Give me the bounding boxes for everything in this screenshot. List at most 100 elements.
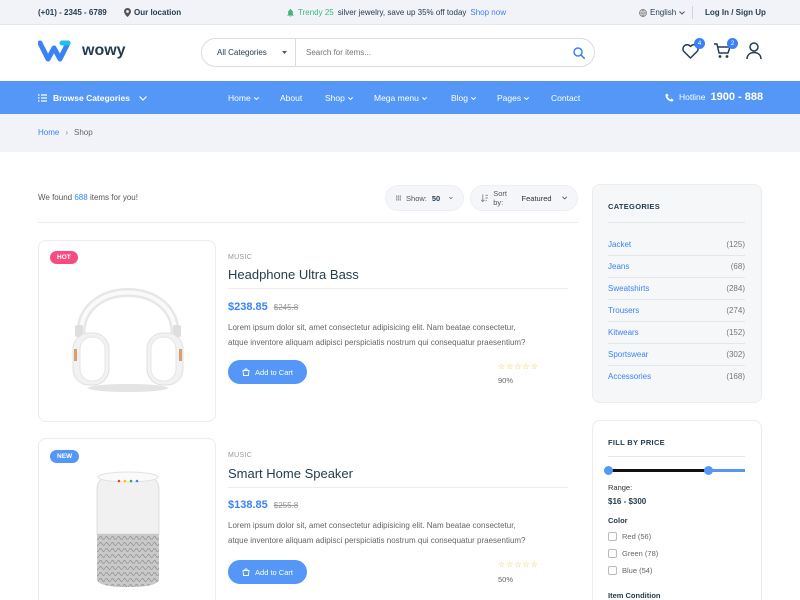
breadcrumb-separator: › bbox=[65, 128, 69, 137]
item-condition-title: Item Condition bbox=[608, 591, 661, 600]
language-selector[interactable]: English bbox=[639, 8, 686, 17]
found-suffix: items for you! bbox=[89, 193, 138, 202]
found-count: 688 bbox=[74, 193, 88, 202]
category-name: Sportswear bbox=[608, 350, 649, 359]
show-label: Show: bbox=[406, 193, 427, 203]
nav-item-mega-menu[interactable]: Mega menu bbox=[374, 93, 427, 103]
category-count: (125) bbox=[726, 240, 745, 249]
add-to-cart-button[interactable]: Add to Cart bbox=[228, 360, 307, 384]
category-item[interactable]: Sportswear (302) bbox=[608, 350, 745, 359]
wishlist-button[interactable]: 4 bbox=[680, 38, 705, 60]
category-item[interactable]: Accessories (168) bbox=[608, 372, 745, 381]
product-category[interactable]: MUSIC bbox=[228, 254, 252, 261]
product-price: $138.85 $255.8 bbox=[228, 499, 298, 511]
add-to-cart-button[interactable]: Add to Cart bbox=[228, 560, 307, 584]
search-category-select[interactable]: All Categories bbox=[202, 39, 296, 66]
results-count: We found 688 items for you! bbox=[38, 193, 138, 202]
breadcrumb: Home › Shop bbox=[0, 114, 800, 152]
search-category-label: All Categories bbox=[217, 48, 267, 57]
phone-icon bbox=[665, 92, 674, 102]
category-divider bbox=[608, 299, 745, 300]
hotline-label: Hotline bbox=[679, 92, 706, 102]
bag-icon bbox=[242, 568, 250, 576]
nav-item-about[interactable]: About bbox=[280, 93, 302, 103]
nav-item-label: About bbox=[280, 93, 303, 103]
search-bar: All Categories bbox=[201, 38, 595, 67]
categories-widget bbox=[592, 184, 762, 403]
caret-down-icon bbox=[282, 51, 287, 54]
color-option-label: Green (78) bbox=[622, 549, 659, 558]
nav-item-label: Mega menu bbox=[374, 93, 419, 103]
category-name: Sweatshirts bbox=[608, 284, 650, 293]
checkbox[interactable] bbox=[608, 532, 617, 541]
promo-highlight: Trendy 25 bbox=[298, 8, 334, 17]
headphone-image bbox=[72, 288, 184, 392]
color-filter-title: Color bbox=[608, 516, 628, 525]
rating-percent: 90% bbox=[498, 376, 514, 385]
nav-item-pages[interactable]: Pages bbox=[497, 93, 530, 103]
sort-label: Sort by: bbox=[493, 189, 507, 207]
breadcrumb-current: Shop bbox=[74, 128, 93, 137]
wishlist-count-badge: 4 bbox=[694, 38, 705, 49]
category-item[interactable]: Jeans (68) bbox=[608, 262, 745, 271]
user-icon bbox=[746, 41, 762, 59]
color-option-red[interactable]: Red (56) bbox=[608, 532, 651, 541]
shop-now-link[interactable]: Shop now bbox=[470, 8, 506, 17]
chevron-down-icon bbox=[449, 196, 453, 200]
color-option-blue[interactable]: Blue (54) bbox=[608, 566, 652, 575]
checkbox[interactable] bbox=[608, 566, 617, 575]
product-price: $238.85 $245.8 bbox=[228, 301, 298, 313]
hot-badge: HOT bbox=[50, 251, 78, 264]
category-name: Jacket bbox=[608, 240, 632, 249]
show-count-select[interactable]: Show: 50 bbox=[385, 185, 464, 211]
promo-banner: Trendy 25 silver jewelry, save up 35% of… bbox=[287, 8, 506, 17]
checkbox[interactable] bbox=[608, 549, 617, 558]
price-slider-min-handle[interactable] bbox=[604, 466, 613, 475]
nav-item-label: Pages bbox=[497, 93, 522, 103]
sort-select[interactable]: Sort by: Featured bbox=[470, 185, 578, 211]
category-item[interactable]: Sweatshirts (284) bbox=[608, 284, 745, 293]
category-count: (68) bbox=[730, 262, 745, 271]
product-image-card[interactable] bbox=[38, 240, 216, 422]
account-button[interactable] bbox=[744, 41, 764, 60]
add-to-cart-label: Add to Cart bbox=[255, 367, 293, 377]
category-item[interactable]: Kitwears (152) bbox=[608, 328, 745, 337]
search-input[interactable] bbox=[296, 48, 564, 57]
category-name: Trousers bbox=[608, 306, 640, 315]
search-button[interactable] bbox=[564, 46, 594, 59]
category-item[interactable]: Jacket (125) bbox=[608, 240, 745, 249]
promo-text: silver jewelry, save up 35% off today bbox=[337, 8, 467, 17]
hotline[interactable]: Hotline 1900 - 888 bbox=[665, 91, 763, 103]
title-divider bbox=[228, 487, 568, 488]
categories-title: CATEGORIES bbox=[608, 202, 661, 211]
product-title[interactable]: Headphone Ultra Bass bbox=[228, 267, 359, 282]
chevron-down-icon bbox=[421, 96, 427, 100]
breadcrumb-home[interactable]: Home bbox=[38, 128, 59, 137]
nav-item-label: Home bbox=[228, 93, 251, 103]
chevron-down-icon bbox=[471, 96, 477, 100]
cart-button[interactable]: 2 bbox=[712, 38, 738, 60]
login-link[interactable]: Log In / Sign Up bbox=[705, 8, 766, 17]
location-link[interactable]: Our location bbox=[124, 8, 181, 17]
price-slider-range bbox=[608, 469, 708, 472]
nav-item-home[interactable]: Home bbox=[228, 93, 259, 103]
chevron-down-icon bbox=[253, 96, 259, 100]
price-slider-max-handle[interactable] bbox=[704, 466, 713, 475]
language-label: English bbox=[650, 8, 677, 17]
product-title[interactable]: Smart Home Speaker bbox=[228, 466, 353, 481]
product-category[interactable]: MUSIC bbox=[228, 452, 252, 459]
color-option-label: Blue (54) bbox=[622, 566, 653, 575]
color-option-green[interactable]: Green (78) bbox=[608, 549, 658, 558]
category-item[interactable]: Trousers (274) bbox=[608, 306, 745, 315]
category-count: (274) bbox=[726, 306, 745, 315]
logo-text: wowy bbox=[82, 42, 126, 59]
nav-item-contact[interactable]: Contact bbox=[551, 93, 580, 103]
category-name: Jeans bbox=[608, 262, 630, 271]
nav-item-blog[interactable]: Blog bbox=[451, 93, 477, 103]
site-logo[interactable]: wowy bbox=[38, 40, 126, 62]
browse-categories-button[interactable]: Browse Categories bbox=[38, 93, 147, 103]
star-rating: ☆☆☆☆☆ bbox=[498, 560, 539, 569]
old-price: $245.8 bbox=[273, 303, 299, 312]
category-count: (168) bbox=[726, 372, 745, 381]
nav-item-shop[interactable]: Shop bbox=[325, 93, 353, 103]
